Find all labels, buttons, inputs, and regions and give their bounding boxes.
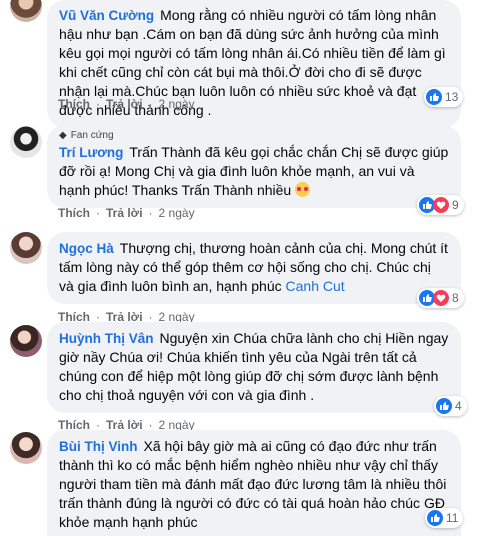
avatar[interactable] — [10, 0, 42, 22]
timestamp[interactable]: 2 ngày — [159, 206, 195, 220]
like-icon — [436, 398, 452, 414]
commenter-name[interactable]: Ngọc Hà — [59, 241, 114, 256]
commenter-name[interactable]: Trí Lương — [59, 145, 123, 160]
like-icon — [426, 89, 442, 105]
reaction-count: 4 — [455, 399, 462, 413]
reaction-count: 8 — [452, 291, 459, 305]
avatar[interactable] — [10, 232, 42, 264]
heart-eyes-emoji-icon — [295, 182, 311, 197]
separator: · — [96, 97, 100, 111]
tagged-user-link[interactable]: Canh Cut — [286, 278, 345, 294]
love-icon — [433, 290, 449, 306]
diamond-icon: ◆ — [59, 130, 67, 141]
love-icon — [433, 197, 449, 213]
comment-actions: Thích · Trả lời · 2 ngày — [58, 97, 195, 111]
comment-actions: Thích · Trả lời · 2 ngày — [58, 206, 195, 220]
comment-bubble: ◆ Fan cứng Trí Lương Trấn Thành đã kêu gọ… — [47, 125, 461, 208]
reaction-summary[interactable]: 13 — [424, 87, 464, 107]
reaction-count: 11 — [446, 511, 459, 525]
reply-link[interactable]: Trả lời — [106, 206, 143, 220]
reaction-summary[interactable]: 4 — [434, 396, 467, 416]
like-icon — [427, 510, 443, 526]
commenter-name[interactable]: Huỳnh Thị Vân — [59, 331, 154, 346]
comment-text: Thượng chị, thương hoàn cảnh của chị. Mo… — [59, 240, 448, 294]
commenter-name[interactable]: Bùi Thị Vinh — [59, 439, 138, 454]
commenter-name[interactable]: Vũ Văn Cường — [59, 8, 154, 23]
timestamp[interactable]: 2 ngày — [159, 97, 195, 111]
reaction-summary[interactable]: 9 — [417, 195, 464, 215]
like-link[interactable]: Thích — [58, 206, 90, 220]
separator: · — [148, 97, 153, 111]
avatar[interactable] — [10, 432, 42, 464]
like-link[interactable]: Thích — [58, 97, 90, 111]
avatar[interactable] — [10, 126, 42, 158]
reaction-summary[interactable]: 8 — [417, 288, 464, 308]
reply-link[interactable]: Trả lời — [106, 97, 143, 111]
badge-label: Fan cứng — [70, 130, 114, 141]
fan-badge: ◆ Fan cứng — [59, 130, 449, 141]
avatar[interactable] — [10, 325, 42, 357]
reaction-count: 13 — [445, 90, 459, 104]
reaction-count: 9 — [452, 198, 459, 212]
comment-bubble: Huỳnh Thị Vân Nguyện xin Chúa chữa lành c… — [47, 322, 461, 413]
separator: · — [96, 206, 100, 220]
comment-bubble: Bùi Thị Vinh Xã hội bây giờ mà ai cũng có… — [47, 430, 461, 536]
reaction-summary[interactable]: 11 — [425, 508, 464, 528]
separator: · — [148, 206, 153, 220]
comment-bubble: Ngọc Hà Thượng chị, thương hoàn cảnh của … — [47, 232, 461, 304]
